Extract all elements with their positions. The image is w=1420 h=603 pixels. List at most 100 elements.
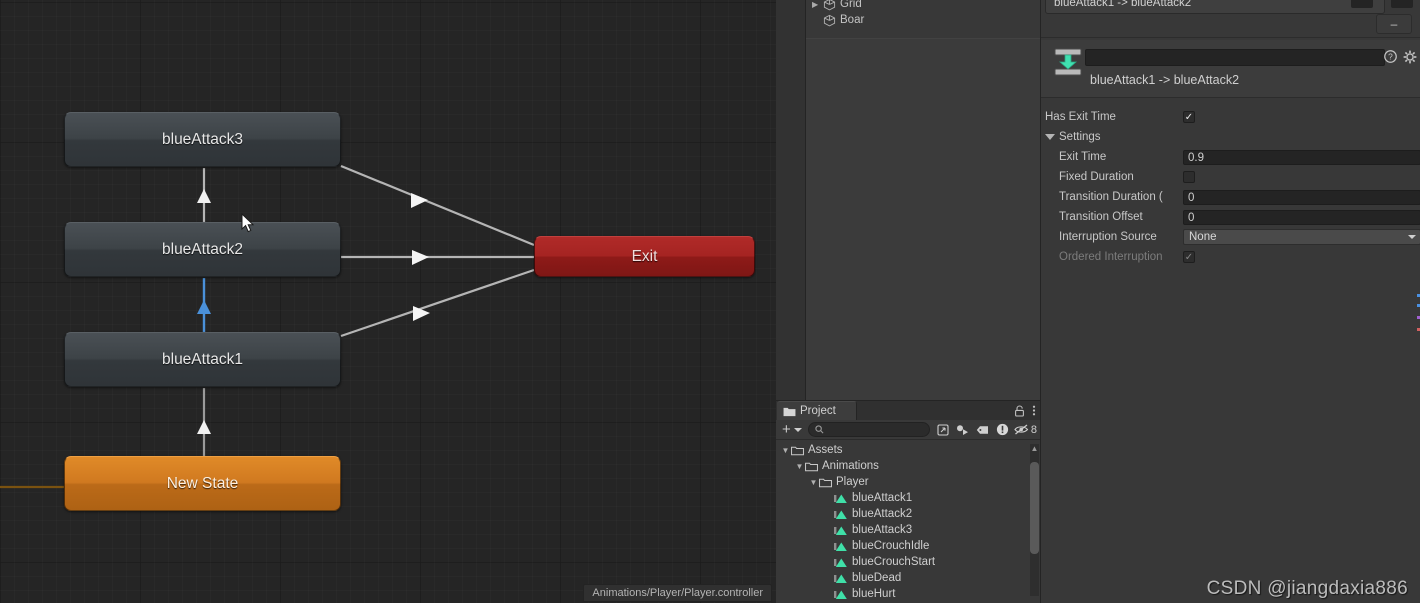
property-label: Transition Duration ( [1059, 191, 1163, 203]
hierarchy-panel[interactable]: ▶ Grid Boar [776, 0, 1040, 400]
chevron-right-icon[interactable]: ▶ [812, 0, 823, 9]
search-input[interactable] [807, 422, 930, 437]
property-exit-time[interactable]: Exit Time 0.9 [1041, 147, 1420, 167]
chevron-down-icon[interactable]: ▼ [794, 462, 805, 471]
tree-item-animations[interactable]: ▼ Animations [776, 458, 1040, 474]
project-scrollbar-thumb[interactable] [1030, 462, 1039, 554]
tree-item-blueAttack3[interactable]: blueAttack3 [776, 522, 1040, 538]
open-in-new-icon [937, 423, 949, 436]
animator-node-blueAttack3[interactable]: blueAttack3 [64, 112, 341, 167]
exit-time-input[interactable]: 0.9 [1183, 149, 1420, 165]
inspector-topbar-button-2[interactable] [1391, 0, 1413, 8]
tree-item-blueAttack2[interactable]: blueAttack2 [776, 506, 1040, 522]
help-icon[interactable]: ? [1384, 50, 1397, 63]
folder-icon [819, 478, 832, 487]
inspector-panel[interactable]: blueAttack1 -> blueAttack2 – ? blueAttac… [1040, 0, 1420, 603]
hierarchy-item-boar[interactable]: Boar [808, 12, 1040, 28]
tree-item-label: blueCrouchStart [852, 556, 936, 568]
animation-clip-icon [834, 590, 847, 599]
project-tabbar: Project [776, 401, 1040, 420]
warning-filter-button[interactable] [994, 421, 1012, 438]
foldout-triangle-icon[interactable] [1045, 134, 1055, 140]
animator-node-new-state[interactable]: New State [64, 456, 341, 511]
folder-icon [783, 407, 796, 416]
property-has-exit-time[interactable]: Has Exit Time ✓ [1041, 107, 1420, 127]
property-label: Interruption Source [1059, 231, 1157, 243]
tree-item-blueAttack1[interactable]: blueAttack1 [776, 490, 1040, 506]
tree-item-label: blueAttack1 [852, 492, 913, 504]
project-toolbar[interactable]: + 8 [776, 420, 1040, 440]
property-label: Has Exit Time [1045, 111, 1116, 123]
visibility-off-button[interactable]: 8 [1014, 421, 1037, 438]
hierarchy-empty-area[interactable] [806, 39, 1040, 400]
kebab-menu-icon[interactable] [1032, 404, 1036, 417]
interruption-source-dropdown[interactable]: None [1183, 229, 1420, 245]
tab-label: Project [800, 405, 836, 417]
scroll-up-arrow-icon[interactable]: ▲ [1030, 444, 1039, 453]
property-transition-duration[interactable]: Transition Duration ( 0 [1041, 187, 1420, 207]
tree-item-blueHurt[interactable]: blueHurt [776, 586, 1040, 602]
inspector-name-field[interactable] [1085, 49, 1385, 66]
hierarchy-item-label: Boar [840, 14, 865, 26]
inspector-topbar-button-1[interactable] [1351, 0, 1373, 8]
property-label: Fixed Duration [1059, 171, 1134, 183]
animation-clip-icon [834, 574, 847, 583]
lock-icon[interactable] [1014, 405, 1025, 417]
hierarchy-list[interactable]: ▶ Grid Boar [808, 0, 1040, 28]
cube-icon [823, 0, 836, 10]
tree-item-label: blueHurt [852, 588, 896, 600]
property-label: Ordered Interruption [1059, 251, 1163, 263]
svg-text:?: ? [1388, 52, 1393, 62]
tree-item-blueCrouchIdle[interactable]: blueCrouchIdle [776, 538, 1040, 554]
ordered-interruption-checkbox: ✓ [1183, 251, 1195, 263]
tree-item-blueCrouchStart[interactable]: blueCrouchStart [776, 554, 1040, 570]
tree-item-blueDead[interactable]: blueDead [776, 570, 1040, 586]
animator-node-blueAttack2[interactable]: blueAttack2 [64, 222, 341, 277]
animator-node-exit[interactable]: Exit [534, 236, 755, 277]
tree-item-label: blueAttack3 [852, 524, 913, 536]
project-asset-tree[interactable]: ▼ Assets ▼ Animations ▼ Player blueAttac… [776, 440, 1040, 603]
folder-icon [791, 446, 804, 455]
inspector-collapse-button[interactable]: – [1376, 14, 1412, 34]
has-exit-time-checkbox[interactable]: ✓ [1183, 111, 1195, 123]
property-transition-offset[interactable]: Transition Offset 0 [1041, 207, 1420, 227]
inspector-breadcrumb[interactable]: blueAttack1 -> blueAttack2 [1045, 0, 1385, 14]
animation-clip-icon [834, 558, 847, 567]
tab-project[interactable]: Project [777, 401, 857, 420]
open-in-new-button[interactable] [934, 421, 952, 438]
chevron-down-icon [1408, 235, 1416, 239]
gear-icon[interactable] [1403, 50, 1417, 64]
tree-item-label: blueCrouchIdle [852, 540, 930, 552]
plus-icon: + [782, 421, 791, 438]
project-tab-actions [1014, 401, 1036, 420]
tree-item-assets[interactable]: ▼ Assets [776, 442, 1040, 458]
fixed-duration-checkbox[interactable] [1183, 171, 1195, 183]
project-panel[interactable]: Project + 8 ▼ Assets ▼ Animations ▼ Play… [776, 400, 1040, 603]
tree-item-label: Assets [808, 444, 843, 456]
asset-filter-button[interactable] [954, 421, 972, 438]
chevron-down-icon[interactable]: ▼ [780, 446, 791, 455]
property-fixed-duration[interactable]: Fixed Duration [1041, 167, 1420, 187]
animation-clip-icon [834, 542, 847, 551]
transition-offset-input[interactable]: 0 [1183, 209, 1420, 225]
label-filter-button[interactable] [974, 421, 992, 438]
transition-duration-input[interactable]: 0 [1183, 189, 1420, 205]
tree-item-player[interactable]: ▼ Player [776, 474, 1040, 490]
inspector-header: ? blueAttack1 -> blueAttack2 [1041, 40, 1420, 98]
node-label: blueAttack2 [162, 240, 243, 258]
property-interruption-source[interactable]: Interruption Source None [1041, 227, 1420, 247]
tree-item-label: Animations [822, 460, 879, 472]
transition-lines [0, 164, 535, 489]
animator-node-blueAttack1[interactable]: blueAttack1 [64, 332, 341, 387]
hierarchy-item-grid[interactable]: ▶ Grid [808, 0, 1040, 12]
node-label: blueAttack3 [162, 130, 243, 148]
tree-item-label: blueDead [852, 572, 902, 584]
chevron-down-icon[interactable]: ▼ [808, 478, 819, 487]
controller-path-label: Animations/Player/Player.controller [583, 584, 772, 602]
inspector-topbar: blueAttack1 -> blueAttack2 – [1041, 0, 1420, 34]
animator-graph-canvas[interactable]: blueAttack3 blueAttack2 blueAttack1 Exit… [0, 0, 776, 603]
settings-foldout[interactable]: Settings [1041, 127, 1420, 147]
hierarchy-left-strip [776, 0, 806, 400]
hierarchy-item-label: Grid [840, 0, 862, 10]
create-asset-button[interactable]: + [779, 421, 804, 438]
